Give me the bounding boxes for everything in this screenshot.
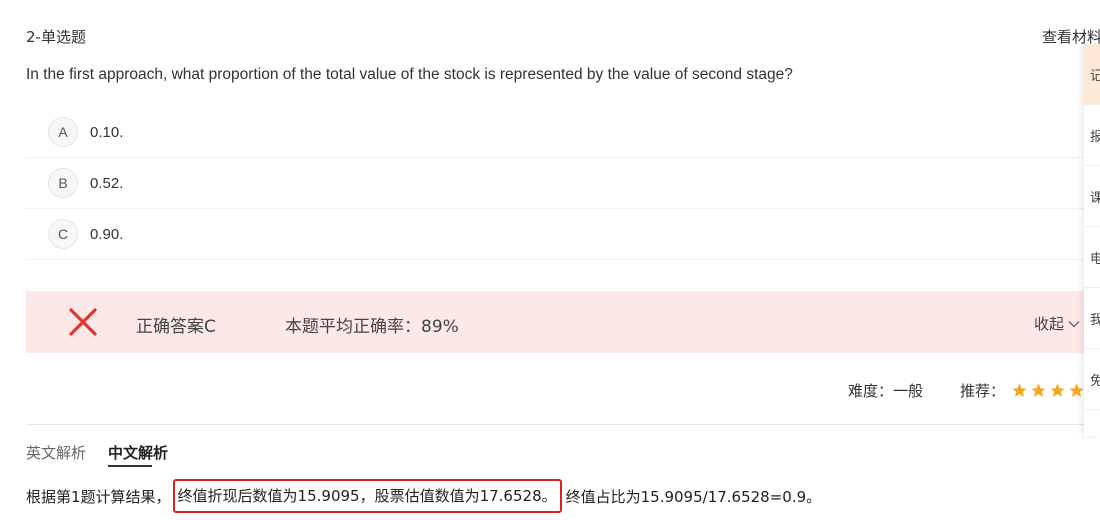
- option-letter: A: [48, 117, 78, 147]
- analysis-suffix: 终值占比为15.9095/17.6528=0.9。: [565, 487, 822, 506]
- star-icon: [1069, 383, 1084, 397]
- analysis-text: 根据第1题计算结果， 终值折现后数值为15.9095，股票估值数值为17.652…: [26, 479, 821, 513]
- options-list: A 0.10. B 0.52. C 0.90.: [26, 107, 1084, 260]
- difficulty-label: 难度：一般: [848, 382, 924, 400]
- chevron-down-icon: [1068, 320, 1080, 327]
- analysis-prefix: 根据第1题计算结果，: [26, 487, 171, 506]
- tab-english-analysis[interactable]: 英文解析: [26, 442, 86, 463]
- side-item-6[interactable]: 免: [1084, 349, 1100, 410]
- option-text: 0.90.: [90, 225, 124, 243]
- question-text: In the first approach, what proportion o…: [26, 66, 793, 83]
- side-panel: 记 报 课 电 我 免: [1084, 44, 1100, 436]
- option-text: 0.52.: [90, 174, 124, 192]
- side-item-1[interactable]: 记: [1084, 44, 1100, 105]
- recommend-rating: 推荐：: [960, 380, 1087, 401]
- question-type-label: 2-单选题: [26, 28, 86, 46]
- average-accuracy-text: 本题平均正确率：89%: [285, 317, 459, 337]
- star-icon: [1012, 383, 1027, 397]
- option-text: 0.10.: [90, 123, 124, 141]
- side-item-2[interactable]: 报: [1084, 105, 1100, 166]
- option-letter: B: [48, 168, 78, 198]
- collapse-button[interactable]: 收起: [1034, 313, 1081, 334]
- correct-answer-text: 正确答案C: [136, 317, 216, 337]
- side-item-5[interactable]: 我: [1084, 288, 1100, 349]
- star-icon: [1050, 383, 1065, 397]
- wrong-x-icon: [69, 308, 97, 336]
- active-tab-indicator: [108, 465, 152, 467]
- answer-result-bar: 正确答案C 本题平均正确率：89% 收起: [26, 291, 1084, 353]
- option-b[interactable]: B 0.52.: [26, 158, 1084, 209]
- section-divider: [26, 424, 1084, 425]
- highlighted-analysis: 终值折现后数值为15.9095，股票估值数值为17.6528。: [172, 479, 562, 513]
- option-c[interactable]: C 0.90.: [26, 209, 1084, 260]
- tab-chinese-analysis[interactable]: 中文解析: [108, 442, 168, 463]
- option-a[interactable]: A 0.10.: [26, 107, 1084, 158]
- star-icon: [1031, 383, 1046, 397]
- recommend-label: 推荐：: [960, 382, 1006, 400]
- side-item-4[interactable]: 电: [1084, 227, 1100, 288]
- option-letter: C: [48, 219, 78, 249]
- collapse-label: 收起: [1034, 315, 1065, 333]
- star-rating: [1011, 382, 1087, 399]
- side-item-3[interactable]: 课: [1084, 166, 1100, 227]
